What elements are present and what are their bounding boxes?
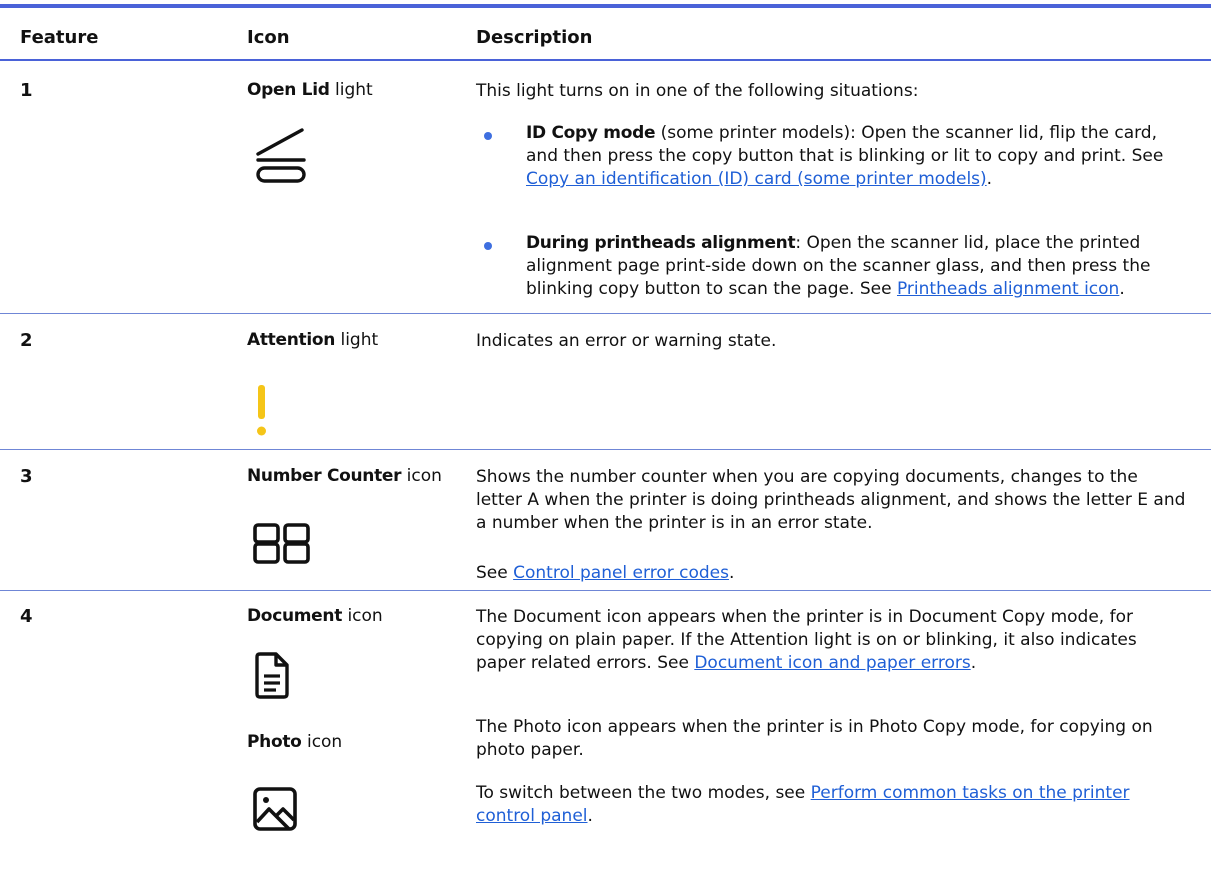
table-top-rule bbox=[0, 4, 1211, 8]
icon-label-rest: light bbox=[329, 80, 373, 100]
photo-icon bbox=[253, 787, 297, 831]
icon-label-bold: Attention bbox=[247, 330, 336, 350]
switch-text: To switch between the two modes, see bbox=[476, 783, 811, 803]
feature-number: 4 bbox=[20, 606, 33, 627]
document-icon bbox=[255, 652, 289, 699]
row-divider bbox=[0, 449, 1211, 450]
icon-label-open-lid: Open Lid light bbox=[247, 80, 373, 100]
bullet-bold: ID Copy mode bbox=[526, 123, 656, 143]
attention-icon bbox=[257, 385, 266, 436]
row4-document-description: The Document icon appears when the print… bbox=[476, 606, 1188, 675]
feature-number: 3 bbox=[20, 466, 33, 487]
icon-label-bold: Photo bbox=[247, 732, 302, 752]
icon-label-rest: icon bbox=[301, 732, 343, 752]
header-feature: Feature bbox=[20, 27, 99, 48]
link-copy-id-card[interactable]: Copy an identification (ID) card (some p… bbox=[526, 169, 987, 189]
row-divider bbox=[0, 313, 1211, 314]
bullet-bold: During printheads alignment bbox=[526, 233, 796, 253]
header-icon: Icon bbox=[247, 27, 290, 48]
icon-label-rest: icon bbox=[342, 606, 383, 626]
bullet-dot bbox=[484, 132, 492, 140]
row1-intro: This light turns on in one of the follow… bbox=[476, 81, 919, 101]
link-printheads-alignment-icon[interactable]: Printheads alignment icon bbox=[897, 279, 1119, 299]
bullet-id-copy: ID Copy mode (some printer models): Open… bbox=[526, 122, 1191, 191]
number-counter-icon bbox=[253, 523, 310, 564]
header-description: Description bbox=[476, 27, 593, 48]
see-text: See bbox=[476, 563, 514, 583]
icon-label-bold: Number Counter bbox=[247, 466, 402, 486]
see-after: . bbox=[728, 563, 735, 583]
document-description-after: . bbox=[970, 653, 977, 673]
icon-label-rest: icon bbox=[401, 466, 442, 486]
link-document-icon-paper-errors[interactable]: Document icon and paper errors bbox=[694, 653, 970, 673]
open-lid-icon bbox=[256, 128, 306, 183]
bullet-after: . bbox=[986, 169, 993, 189]
row4-switch-modes: To switch between the two modes, see Per… bbox=[476, 782, 1188, 828]
icon-label-bold: Open Lid bbox=[247, 80, 330, 100]
bullet-after: . bbox=[1119, 279, 1125, 299]
features-table: Feature Icon Description 1 Open Lid ligh… bbox=[0, 0, 1211, 871]
icon-label-photo: Photo icon bbox=[247, 732, 342, 752]
row3-description: Shows the number counter when you are co… bbox=[476, 467, 1186, 533]
row3-see: See Control panel error codes. bbox=[476, 562, 1188, 585]
bullet-printheads-alignment: During printheads alignment: Open the sc… bbox=[526, 232, 1191, 301]
switch-after: . bbox=[587, 806, 593, 826]
icon-label-number-counter: Number Counter icon bbox=[247, 466, 442, 486]
icon-label-document: Document icon bbox=[247, 606, 383, 626]
feature-number: 2 bbox=[20, 330, 33, 351]
icon-label-bold: Document bbox=[247, 606, 343, 626]
bullet-dot bbox=[484, 242, 492, 250]
icon-label-attention: Attention light bbox=[247, 330, 378, 350]
icon-label-rest: light bbox=[335, 330, 379, 350]
row4-photo-description: The Photo icon appears when the printer … bbox=[476, 717, 1153, 760]
row-divider bbox=[0, 590, 1211, 591]
feature-number: 1 bbox=[20, 80, 33, 101]
row2-description: Indicates an error or warning state. bbox=[476, 331, 777, 351]
header-rule bbox=[0, 59, 1211, 61]
link-control-panel-error-codes[interactable]: Control panel error codes bbox=[513, 563, 729, 583]
